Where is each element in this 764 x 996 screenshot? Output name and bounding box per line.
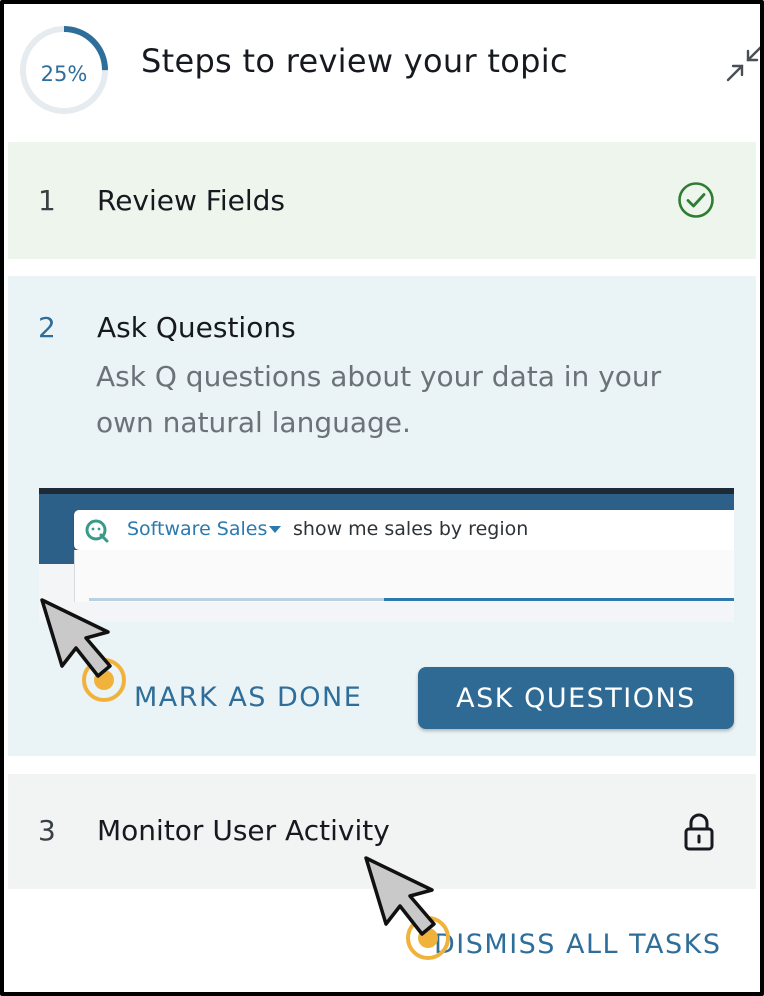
lock-icon (682, 812, 716, 852)
q-bar-preview-image: Software Sales show me sales by region (39, 488, 734, 622)
step-title: Ask Questions (97, 311, 296, 344)
step-number: 3 (38, 814, 56, 847)
step-description: Ask Q questions about your data in your … (96, 360, 662, 439)
q-progress-fill (384, 598, 734, 601)
page-title: Steps to review your topic (141, 42, 568, 80)
preview-top-line (39, 488, 734, 494)
q-search-bar: Software Sales show me sales by region (74, 510, 734, 550)
step-review-fields[interactable]: 1 Review Fields (8, 142, 756, 259)
check-circle-icon (676, 180, 716, 220)
task-panel: 25% Steps to review your topic 1 Review … (0, 0, 764, 996)
ask-questions-button[interactable]: ASK QUESTIONS (418, 667, 734, 729)
step-monitor-user-activity[interactable]: 3 Monitor User Activity (8, 774, 756, 889)
step-ask-questions: 2 Ask Questions Ask Q questions about yo… (8, 276, 756, 756)
panel-header: 25% Steps to review your topic (4, 4, 760, 142)
q-results-panel (74, 550, 734, 602)
q-logo-icon (84, 518, 110, 544)
progress-percent: 25% (40, 62, 88, 86)
mark-as-done-link[interactable]: MARK AS DONE (134, 682, 362, 713)
q-topic-selector: Software Sales (127, 518, 268, 540)
step-number: 2 (38, 311, 56, 344)
collapse-arrows-icon[interactable] (726, 44, 760, 82)
q-query-text: show me sales by region (293, 518, 529, 540)
progress-ring: 25% (18, 24, 110, 116)
step-title: Monitor User Activity (97, 814, 390, 847)
chevron-down-icon (269, 526, 281, 533)
dismiss-all-tasks-link[interactable]: DISMISS ALL TASKS (434, 929, 722, 960)
step-number: 1 (38, 184, 56, 217)
step-title: Review Fields (97, 184, 286, 217)
